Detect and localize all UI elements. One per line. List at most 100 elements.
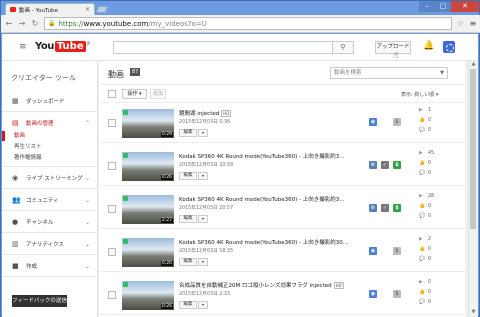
copyright-check-icon[interactable]: ✓ bbox=[381, 204, 389, 212]
video-row[interactable]: 0:26 Kodak SP360 4K Round mode(YouTube36… bbox=[99, 232, 465, 272]
video-row[interactable]: 0:29 鏡間湖 injected HD 2015年12月03日 0:36 編集 … bbox=[99, 103, 465, 143]
video-title-link[interactable]: 合成品質を自動補正20M ロゴ縦小レンズ効果フラグ injected HD bbox=[179, 281, 344, 289]
sidebar-item-label: 作成 bbox=[26, 264, 38, 270]
tab-title: 動画 - YouTube bbox=[19, 7, 58, 14]
sidebar-item-create[interactable]: ■ 作成 ⌄ bbox=[2, 259, 98, 273]
comment-icon: 💬 bbox=[419, 257, 425, 262]
scroll-down-arrow-icon[interactable]: ▼ bbox=[469, 309, 478, 317]
comment-icon: 💬 bbox=[419, 300, 425, 305]
tab-close-icon[interactable]: × bbox=[85, 6, 90, 13]
video-title-link[interactable]: Kodak SP360 4K Round mode(YouTube360) - … bbox=[179, 238, 348, 246]
divider bbox=[2, 232, 98, 233]
likes-stat: 👍 0 bbox=[419, 118, 431, 123]
video-row[interactable]: 0:26 Kodak SP360 4K Round mode(YouTube36… bbox=[99, 146, 465, 186]
sidebar-item-analytics[interactable]: ▥ アナリティクス ⌄ bbox=[2, 237, 98, 251]
row-checkbox[interactable] bbox=[108, 248, 116, 256]
feedback-button[interactable]: フィードバックの送信 bbox=[12, 295, 67, 307]
edit-menu-caret-icon[interactable]: ▾ bbox=[198, 129, 208, 137]
row-checkbox[interactable] bbox=[108, 291, 116, 299]
monetization-off-icon[interactable]: $ bbox=[393, 118, 401, 126]
chevron-down-icon: ⌄ bbox=[84, 218, 90, 226]
row-checkbox[interactable] bbox=[108, 205, 116, 213]
views-stat: ▶ 0 bbox=[419, 280, 431, 285]
video-title-link[interactable]: Kodak SP360 4K Round mode(YouTube360) - … bbox=[179, 195, 345, 203]
video-thumbnail[interactable]: 0:26 bbox=[122, 281, 174, 310]
add-to-button[interactable]: 追加 bbox=[150, 89, 166, 99]
url-scheme: https:// bbox=[58, 19, 84, 28]
minimize-button[interactable]: – bbox=[419, 1, 435, 12]
sidebar-subitem-playlists[interactable]: 再生リスト bbox=[2, 142, 98, 152]
video-thumbnail[interactable]: 0:26 bbox=[122, 238, 174, 267]
caret-down-icon[interactable]: ▼ bbox=[440, 68, 444, 78]
monetization-off-icon[interactable]: $ bbox=[393, 290, 401, 298]
sidebar-item-community[interactable]: 👥 コミュニティ ⌄ bbox=[2, 193, 98, 207]
like-count: 0 bbox=[428, 204, 432, 209]
edit-button[interactable]: 編集 bbox=[179, 258, 197, 266]
edit-menu-caret-icon[interactable]: ▾ bbox=[198, 172, 208, 180]
row-checkbox[interactable] bbox=[108, 119, 116, 127]
sidebar-item-video-manager[interactable]: ▤ 動画の管理 ⌃ bbox=[2, 116, 98, 130]
video-row[interactable]: 2:27 Kodak SP360 4K Round mode(YouTube36… bbox=[99, 189, 465, 229]
url-field[interactable]: 🔒 https://www.youtube.com/my_videos?o=U bbox=[44, 17, 452, 30]
edit-menu-caret-icon[interactable]: ▾ bbox=[198, 301, 208, 309]
visibility-public-icon[interactable]: ◉ bbox=[369, 118, 377, 126]
video-thumbnail[interactable]: 2:27 bbox=[122, 195, 174, 224]
guide-menu-icon[interactable]: ≡ bbox=[19, 43, 27, 52]
thumbs-up-icon: 👍 bbox=[419, 290, 425, 295]
settings-icon[interactable]: ⚙ bbox=[369, 161, 377, 169]
edit-button[interactable]: 編集 bbox=[179, 301, 197, 309]
video-title-link[interactable]: Kodak SP360 4K Round mode(YouTube360) - … bbox=[179, 152, 345, 160]
search-input[interactable] bbox=[113, 41, 333, 54]
page-scrollbar[interactable]: ▲ ▼ bbox=[468, 61, 477, 317]
maximize-button[interactable]: □ bbox=[435, 1, 451, 12]
sidebar-item-live[interactable]: ◉ ライブ ストリーミング ⌄ bbox=[2, 171, 98, 185]
visibility-public-icon[interactable]: ◉ bbox=[369, 290, 377, 298]
live-broadcast-icon: ◉ bbox=[12, 174, 19, 182]
search-button[interactable]: ⚲ bbox=[332, 41, 354, 54]
browser-menu-icon[interactable]: ≡ bbox=[469, 19, 477, 28]
bookmark-star-icon[interactable]: ☆ bbox=[457, 19, 464, 28]
copyright-check-icon[interactable]: ✓ bbox=[381, 161, 389, 169]
edit-menu-caret-icon[interactable]: ▾ bbox=[198, 215, 208, 223]
notifications-bell-icon[interactable]: 🔔 bbox=[423, 41, 434, 51]
video-count-badge: 87 bbox=[130, 68, 141, 76]
edit-button[interactable]: 編集 bbox=[179, 172, 197, 180]
monetization-off-icon[interactable]: $ bbox=[393, 247, 401, 255]
video-title-link[interactable]: 鏡間湖 injected HD bbox=[179, 109, 232, 117]
video-search-input[interactable]: 動画を検索 ▼ bbox=[330, 67, 448, 79]
close-window-button[interactable]: ✕ bbox=[451, 1, 479, 12]
forward-arrow-icon[interactable]: → bbox=[18, 19, 26, 28]
chevron-up-icon: ⌃ bbox=[84, 119, 90, 127]
browser-tab[interactable]: 動画 - YouTube × bbox=[5, 3, 95, 15]
sidebar-item-dashboard[interactable]: ▦ ダッシュボード bbox=[2, 94, 98, 108]
video-thumbnail[interactable]: 0:26 bbox=[122, 152, 174, 181]
new-tab-button[interactable] bbox=[95, 6, 109, 13]
visibility-public-icon[interactable]: ◉ bbox=[369, 247, 377, 255]
account-avatar[interactable] bbox=[443, 41, 455, 53]
settings-icon[interactable]: ⚙ bbox=[369, 204, 377, 212]
edit-button[interactable]: 編集 bbox=[179, 215, 197, 223]
video-date: 2015年12月03日 20:58 bbox=[179, 163, 234, 168]
sidebar-item-channel[interactable]: ● チャンネル ⌄ bbox=[2, 215, 98, 229]
reload-icon[interactable]: ↻ bbox=[31, 19, 39, 28]
actions-dropdown[interactable]: 操作 ▾ bbox=[122, 89, 147, 99]
comment-count: 0 bbox=[428, 257, 432, 262]
tab-bar: 動画 - YouTube × – □ ✕ bbox=[1, 1, 480, 15]
sidebar-subitem-copyright[interactable]: 著作権情報 bbox=[2, 153, 98, 163]
sort-dropdown[interactable]: 新しい順 ▾ bbox=[414, 92, 438, 98]
select-all-checkbox[interactable] bbox=[108, 90, 116, 98]
monetization-icon[interactable]: $ bbox=[393, 161, 401, 169]
edit-button[interactable]: 編集 bbox=[179, 129, 197, 137]
video-manager-panel: 動画 87 動画を検索 ▼ 操作 ▾ 追加 表示: 新しい順 ▾ 0:29 鏡間… bbox=[99, 61, 465, 317]
scroll-up-arrow-icon[interactable]: ▲ bbox=[469, 61, 478, 69]
scrollbar-thumb[interactable] bbox=[470, 69, 476, 229]
row-checkbox[interactable] bbox=[108, 162, 116, 170]
video-row[interactable]: 0:26 合成品質を自動補正20M ロゴ縦小レンズ効果フラグ injected H… bbox=[99, 275, 465, 315]
monetization-icon[interactable]: $ bbox=[393, 204, 401, 212]
youtube-logo[interactable]: You Tube JP bbox=[35, 41, 90, 52]
video-thumbnail[interactable]: 0:29 bbox=[122, 109, 174, 138]
sort-control[interactable]: 表示: 新しい順 ▾ bbox=[401, 91, 438, 98]
edit-menu-caret-icon[interactable]: ▾ bbox=[198, 258, 208, 266]
sidebar-subitem-videos[interactable]: 動画 bbox=[2, 131, 98, 141]
back-arrow-icon[interactable]: ← bbox=[5, 19, 13, 28]
